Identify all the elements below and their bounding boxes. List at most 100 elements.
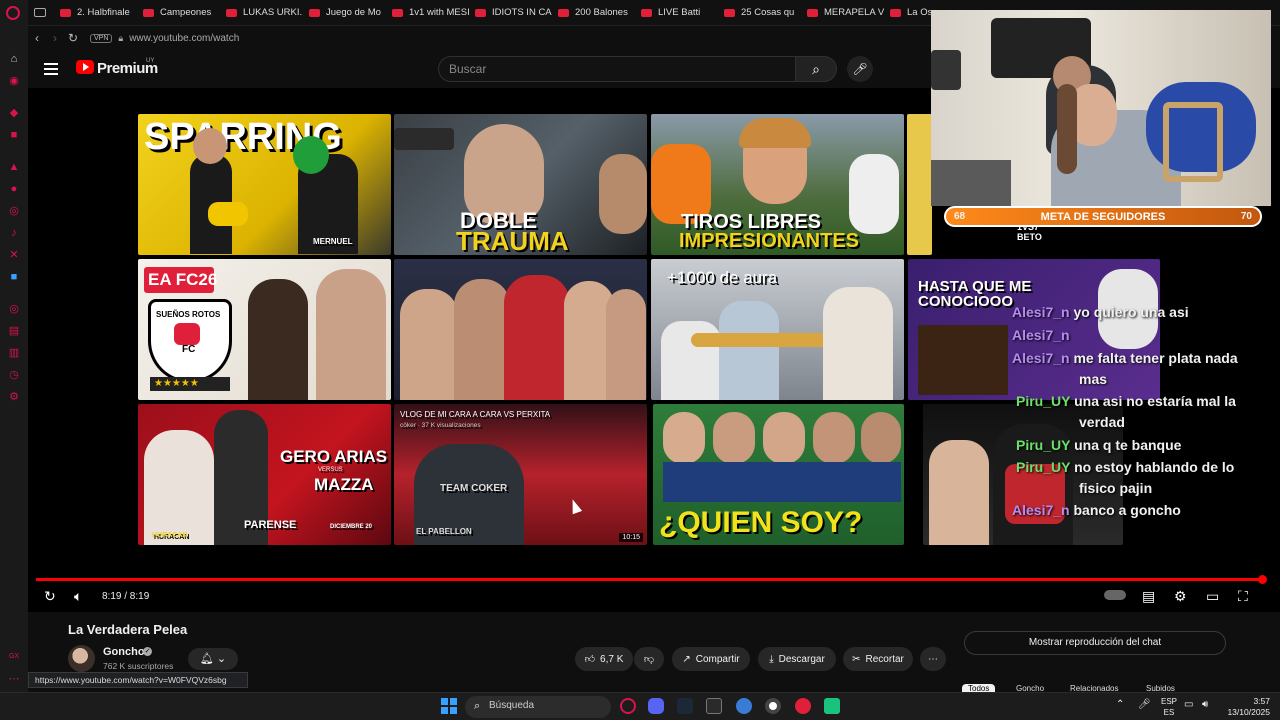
share-icon: ↗: [682, 653, 691, 665]
search-button[interactable]: ⌕: [795, 56, 837, 82]
games-icon[interactable]: ◉: [6, 74, 22, 88]
chat-message: Alesi7_n yo quiero una asi: [1012, 304, 1189, 320]
time-display: 8:19 / 8:19: [102, 591, 150, 602]
bookmark-item[interactable]: IDIOTS IN CA: [469, 0, 552, 26]
opera-logo-icon[interactable]: [6, 6, 20, 20]
dislike-button[interactable]: 👎︎: [634, 647, 664, 671]
reload-icon[interactable]: ↻: [64, 31, 82, 45]
youtube-icon: [309, 8, 320, 17]
link-status-bar: https://www.youtube.com/watch?v=W0FVQVz6…: [28, 672, 248, 688]
epic-games-icon[interactable]: [706, 698, 722, 714]
extension-icon[interactable]: ■: [6, 270, 22, 284]
history-icon[interactable]: ▥: [6, 346, 22, 360]
bookmarks-icon[interactable]: ▤: [6, 324, 22, 338]
download-button[interactable]: ⤓ Descargar: [758, 647, 836, 671]
fullscreen-icon[interactable]: ⛶: [1238, 588, 1248, 605]
channel-avatar[interactable]: [68, 645, 95, 672]
aria-icon[interactable]: ▲: [6, 160, 22, 174]
more-icon[interactable]: ⋯: [6, 672, 22, 686]
network-icon[interactable]: ▭: [1184, 699, 1193, 710]
tray-overflow-icon[interactable]: ⌃: [1116, 699, 1124, 710]
youtube-logo-icon[interactable]: [76, 60, 94, 74]
windows-start-icon[interactable]: [441, 698, 457, 714]
player-icon[interactable]: ◎: [6, 302, 22, 316]
scrubber-handle[interactable]: [1258, 575, 1267, 584]
chat-message: Alesi7_n banco a goncho: [1012, 502, 1181, 518]
microphone-button[interactable]: 🎤︎: [847, 56, 873, 82]
opera-gx-icon[interactable]: [620, 698, 636, 714]
duration-badge: 10:15: [619, 533, 643, 542]
show-chat-replay-button[interactable]: Mostrar reproducción del chat: [964, 631, 1226, 655]
replay-icon[interactable]: ↻: [44, 588, 56, 605]
end-screen-video[interactable]: GERO ARIAS VERSUS MAZZA PARENSE DICIEMBR…: [138, 404, 391, 545]
volume-icon[interactable]: 🔈︎: [74, 588, 82, 605]
chat-message: Piru_UY una asi no estaría mal la: [1016, 393, 1236, 409]
end-screen-video[interactable]: [907, 114, 932, 255]
back-icon[interactable]: ‹: [28, 31, 46, 45]
bookmark-item[interactable]: 2. Halbfinale: [54, 0, 137, 26]
taskbar-search[interactable]: Búsqueda: [465, 696, 611, 718]
end-screen-video[interactable]: +1000 de aura: [651, 259, 904, 400]
language-indicator[interactable]: ESP ES: [1160, 696, 1178, 718]
end-screen-video[interactable]: [394, 259, 647, 400]
vpn-badge[interactable]: VPN: [90, 33, 113, 43]
edge-icon[interactable]: [736, 698, 752, 714]
messenger-icon[interactable]: ◆: [6, 106, 22, 120]
tiktok-icon[interactable]: ♪: [6, 226, 22, 240]
theater-mode-icon[interactable]: ▭: [1206, 588, 1219, 605]
more-actions-button[interactable]: ⋯: [920, 647, 946, 671]
bookmark-item[interactable]: 25 Cosas qu: [718, 0, 801, 26]
microphone-tray-icon[interactable]: 🎤︎: [1138, 699, 1151, 710]
bookmark-item[interactable]: LIVE Batti: [635, 0, 718, 26]
settings-gear-icon[interactable]: ⚙: [1174, 588, 1187, 605]
search-input[interactable]: Buscar: [438, 56, 796, 82]
video-title: La Verdadera Pelea: [68, 622, 188, 637]
bell-icon: 🔔︎ ⌄: [199, 653, 227, 665]
media-player-icon[interactable]: [795, 698, 811, 714]
bookmark-item[interactable]: LUKAS URKI...: [220, 0, 303, 26]
youtube-icon: [558, 8, 569, 17]
end-screen-video[interactable]: ¿QUIEN SOY?: [653, 404, 904, 545]
steam-icon[interactable]: [677, 698, 693, 714]
share-button[interactable]: ↗ Compartir: [672, 647, 750, 671]
end-screen-video[interactable]: EA FC26 SUEÑOS ROTOS FC ★★★★★: [138, 259, 391, 400]
x-icon[interactable]: ✕: [6, 248, 22, 262]
autoplay-toggle[interactable]: [1104, 590, 1126, 600]
instagram-icon[interactable]: ◎: [6, 204, 22, 218]
notifications-button[interactable]: 🔔︎ ⌄: [188, 648, 238, 670]
like-button[interactable]: 👍︎ 6,7 K: [575, 647, 633, 671]
gx-icon[interactable]: GX: [6, 650, 22, 664]
bookmark-item[interactable]: 1v1 with MESI: [386, 0, 469, 26]
settings-icon[interactable]: ⚙: [6, 390, 22, 404]
bookmark-item[interactable]: [28, 0, 54, 26]
youtube-icon: [890, 8, 901, 17]
progress-bar[interactable]: [36, 578, 1264, 581]
clock-icon[interactable]: ◷: [6, 368, 22, 382]
url-field[interactable]: www.youtube.com/watch: [129, 33, 239, 44]
obs-icon[interactable]: [765, 698, 781, 714]
bookmark-item[interactable]: Juego de Mo: [303, 0, 386, 26]
forward-icon[interactable]: ›: [46, 31, 64, 45]
chat-message: Alesi7_n me falta tener plata nada: [1012, 350, 1238, 366]
speaker-icon[interactable]: 🔊︎: [1202, 699, 1208, 710]
discord-icon[interactable]: [648, 698, 664, 714]
channel-name[interactable]: Goncho: [103, 646, 145, 658]
verified-icon: ✓: [143, 647, 152, 656]
news-icon[interactable]: ■: [6, 128, 22, 142]
menu-icon[interactable]: [44, 63, 58, 75]
bookmark-item[interactable]: Campeones: [137, 0, 220, 26]
subtitles-icon[interactable]: ▤: [1142, 588, 1155, 605]
bookmark-item[interactable]: 200 Balones: [552, 0, 635, 26]
home-icon[interactable]: ⌂: [6, 52, 22, 66]
app-icon[interactable]: [824, 698, 840, 714]
clip-button[interactable]: ✂ Recortar: [843, 647, 913, 671]
end-screen-video[interactable]: TIROS LIBRES IMPRESIONANTES: [651, 114, 904, 255]
whatsapp-icon[interactable]: ●: [6, 182, 22, 196]
taskbar-clock[interactable]: 3:57 13/10/2025: [1218, 696, 1270, 718]
rating-stars: ★★★★★: [150, 377, 230, 391]
end-screen-video[interactable]: SPARRING MERNUEL: [138, 114, 391, 255]
player-controls: ↻ 🔈︎ 8:19 / 8:19 ▤ ⚙ ▭ ⛶: [28, 584, 1280, 610]
end-screen-video[interactable]: VLOG DE MI CARA A CARA VS PERXITA cöker …: [394, 404, 647, 545]
end-screen-video[interactable]: DOBLE TRAUMA: [394, 114, 647, 255]
bookmark-item[interactable]: MERAPELA V: [801, 0, 884, 26]
